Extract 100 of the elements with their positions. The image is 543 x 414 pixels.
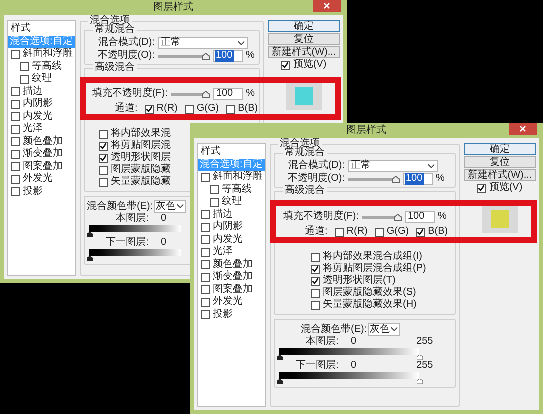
style-item[interactable]: 光泽 — [198, 246, 265, 258]
style-item[interactable]: 渐变叠加 — [198, 271, 265, 284]
option-checkbox[interactable]: 将内部效果混合成组(I) — [311, 251, 451, 263]
checkbox[interactable] — [11, 162, 20, 172]
checkbox[interactable] — [20, 74, 29, 84]
checkbox[interactable] — [99, 178, 108, 186]
style-item[interactable]: 光泽 — [8, 123, 75, 136]
checkbox[interactable] — [210, 185, 219, 194]
style-item[interactable]: 描边 — [198, 208, 265, 221]
blend-mode-select[interactable]: 正常 — [348, 160, 438, 172]
checkbox[interactable] — [99, 130, 108, 138]
checkbox[interactable] — [11, 150, 20, 159]
slider-handle[interactable] — [87, 232, 93, 237]
checkbox[interactable] — [311, 276, 320, 286]
dialog-button[interactable]: 新建样式(W)... — [268, 46, 340, 58]
dialog-button[interactable]: 复位 — [268, 33, 340, 45]
channel-option[interactable]: G(G) — [374, 226, 410, 238]
style-item[interactable]: 斜面和浮雕 — [8, 48, 75, 60]
checkbox[interactable] — [416, 228, 426, 236]
style-item[interactable]: 内阴影 — [8, 98, 75, 110]
checkbox[interactable] — [99, 154, 108, 162]
checkbox[interactable] — [201, 172, 210, 182]
checkbox[interactable] — [99, 142, 108, 150]
close-button[interactable] — [509, 123, 537, 135]
option-checkbox[interactable]: 图层蒙版隐藏效果(S) — [311, 287, 451, 299]
style-item[interactable]: 投影 — [198, 308, 265, 321]
style-item[interactable]: 描边 — [8, 86, 75, 98]
value-field[interactable]: 100 — [213, 50, 243, 62]
slider-thumb[interactable] — [394, 214, 402, 220]
dialog-button[interactable]: 复位 — [464, 156, 536, 168]
value-field[interactable]: 100 — [405, 211, 435, 223]
option-checkbox[interactable]: 透明形状图层(T) — [311, 275, 451, 287]
slider-handle[interactable] — [277, 355, 283, 360]
checkbox[interactable] — [226, 104, 236, 114]
checkbox[interactable] — [201, 222, 210, 232]
style-item[interactable]: 颜色叠加 — [8, 136, 75, 148]
slider-handle[interactable] — [417, 379, 423, 384]
style-item[interactable]: 纹理 — [8, 73, 75, 86]
checkbox[interactable] — [20, 62, 29, 72]
checkbox[interactable] — [311, 264, 320, 274]
style-item[interactable]: 图案叠加 — [8, 160, 75, 173]
slider-thumb[interactable] — [202, 52, 210, 60]
checkbox[interactable] — [11, 50, 20, 59]
checkbox[interactable] — [201, 298, 210, 307]
style-item[interactable]: 外发光 — [8, 173, 75, 186]
checkbox[interactable] — [11, 137, 20, 146]
checkbox[interactable] — [334, 228, 344, 236]
checkbox[interactable] — [477, 184, 486, 192]
checkbox[interactable] — [11, 174, 20, 184]
channel-option[interactable]: B(B) — [226, 103, 258, 115]
checkbox[interactable] — [374, 228, 384, 236]
checkbox[interactable] — [11, 187, 20, 196]
checkbox[interactable] — [311, 288, 320, 298]
style-item[interactable]: 内阴影 — [198, 221, 265, 234]
style-item[interactable]: 等高线 — [198, 184, 265, 196]
style-item[interactable]: 等高线 — [8, 60, 75, 73]
channel-option[interactable]: R(R) — [144, 103, 178, 115]
dialog-button[interactable]: 新建样式(W)... — [464, 169, 536, 181]
style-item[interactable]: 渐变叠加 — [8, 148, 75, 160]
checkbox[interactable] — [11, 124, 20, 134]
blend-band-select[interactable]: 灰色 — [154, 200, 186, 213]
style-item[interactable]: 图案叠加 — [198, 284, 265, 296]
checkbox[interactable] — [311, 252, 320, 262]
channel-option[interactable]: R(R) — [334, 226, 368, 238]
style-item[interactable]: 内发光 — [198, 234, 265, 246]
checkbox[interactable] — [201, 248, 210, 257]
checkbox[interactable] — [184, 104, 194, 114]
style-item[interactable]: 颜色叠加 — [198, 258, 265, 271]
checkbox[interactable] — [11, 87, 20, 96]
option-checkbox[interactable]: 将内部效果混 — [99, 128, 255, 140]
preview-checkbox[interactable]: 预览(V) — [281, 59, 327, 71]
checkbox[interactable] — [11, 100, 20, 109]
preview-checkbox[interactable]: 预览(V) — [477, 182, 523, 194]
value-field[interactable]: 100 — [213, 88, 244, 100]
checkbox[interactable] — [144, 104, 154, 114]
style-item[interactable]: 斜面和浮雕 — [198, 171, 265, 184]
checkbox[interactable] — [210, 198, 219, 207]
checkbox[interactable] — [201, 260, 210, 270]
slider-thumb[interactable] — [202, 90, 210, 98]
slider-handle[interactable] — [87, 256, 93, 261]
style-item[interactable]: 内发光 — [8, 110, 75, 123]
checkbox[interactable] — [201, 235, 210, 244]
slider-thumb[interactable] — [392, 176, 400, 182]
checkbox[interactable] — [201, 272, 210, 282]
value-field[interactable]: 100 — [403, 173, 433, 185]
checkbox[interactable] — [311, 300, 320, 310]
checkbox[interactable] — [201, 210, 210, 220]
checkbox[interactable] — [201, 285, 210, 294]
option-checkbox[interactable]: 矢量蒙版隐藏效果(H) — [311, 299, 451, 311]
option-checkbox[interactable]: 将剪贴图层混合成组(P) — [311, 263, 451, 275]
style-item[interactable]: 投影 — [8, 186, 75, 198]
channel-option[interactable]: B(B) — [416, 226, 448, 238]
dialog-button[interactable]: 确定 — [268, 20, 340, 32]
style-item[interactable]: 外发光 — [198, 296, 265, 308]
checkbox[interactable] — [201, 310, 210, 320]
checkbox[interactable] — [11, 112, 20, 122]
blend-band-select[interactable]: 灰色 — [368, 323, 400, 336]
dialog-button[interactable]: 确定 — [464, 143, 536, 155]
blend-mode-select[interactable]: 正常 — [158, 37, 248, 49]
checkbox[interactable] — [99, 166, 108, 174]
